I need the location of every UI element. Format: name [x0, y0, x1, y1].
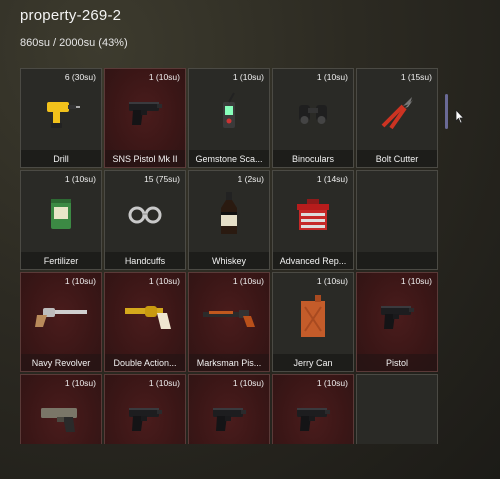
gold-revolver-icon: [105, 287, 185, 345]
inventory-slot[interactable]: 1 (2su) Whiskey: [188, 170, 270, 270]
item-label: Drill: [21, 150, 101, 167]
pistol-icon: [105, 83, 185, 141]
inventory-slot[interactable]: 1 (10su): [272, 374, 354, 444]
item-label: Advanced Rep...: [273, 252, 353, 269]
item-label: Handcuffs: [105, 252, 185, 269]
handcuffs-icon: [105, 185, 185, 243]
scrollbar-thumb[interactable]: [445, 94, 448, 129]
inventory-slot[interactable]: 1 (10su) Marksman Pis...: [188, 272, 270, 372]
item-count: 1 (10su): [316, 378, 348, 388]
inventory-slot-empty[interactable]: [356, 374, 438, 444]
item-count: 6 (30su): [64, 72, 96, 82]
item-label: Marksman Pis...: [189, 354, 269, 371]
mouse-cursor-icon: [455, 109, 465, 124]
item-label: Bolt Cutter: [357, 150, 437, 167]
inventory-grid: 6 (30su) Drill 1 (10su) SNS Pistol Mk II 1 (…: [20, 68, 442, 444]
item-label: Navy Revolver: [21, 354, 101, 371]
item-count: 1 (10su): [148, 276, 180, 286]
item-label: Pistol: [357, 354, 437, 371]
item-count: 1 (10su): [232, 276, 264, 286]
fertilizer-bag-icon: [21, 185, 101, 243]
inventory-slot[interactable]: 1 (10su) Double Action...: [104, 272, 186, 372]
item-count: 1 (2su): [237, 174, 264, 184]
item-count: 1 (15su): [400, 72, 432, 82]
item-count: 1 (10su): [64, 276, 96, 286]
inventory-slot-empty[interactable]: [356, 170, 438, 270]
item-label: Double Action...: [105, 354, 185, 371]
inventory-slot[interactable]: 1 (10su) Navy Revolver: [20, 272, 102, 372]
pistol-icon: [189, 389, 269, 444]
inventory-title: property-269-2: [20, 7, 122, 24]
inventory-slot[interactable]: 1 (10su) Gemstone Sca...: [188, 68, 270, 168]
binoculars-icon: [273, 83, 353, 141]
marksman-pistol-icon: [189, 287, 269, 345]
item-count: 1 (10su): [232, 72, 264, 82]
inventory-slot[interactable]: 1 (10su) Jerry Can: [272, 272, 354, 372]
inventory-slot[interactable]: 1 (10su) SNS Pistol Mk II: [104, 68, 186, 168]
pistol-icon: [273, 389, 353, 444]
inventory-slot[interactable]: 1 (10su): [188, 374, 270, 444]
item-label: Gemstone Sca...: [189, 150, 269, 167]
item-count: 1 (10su): [148, 72, 180, 82]
scanner-icon: [189, 83, 269, 141]
inventory-slot[interactable]: 1 (10su): [20, 374, 102, 444]
toolbox-icon: [273, 185, 353, 243]
item-count: 15 (75su): [144, 174, 180, 184]
inventory-slot[interactable]: 15 (75su) Handcuffs: [104, 170, 186, 270]
item-count: 1 (10su): [64, 174, 96, 184]
inventory-slot[interactable]: 1 (14su) Advanced Rep...: [272, 170, 354, 270]
inventory-slot[interactable]: 1 (10su): [104, 374, 186, 444]
item-label: Jerry Can: [273, 354, 353, 371]
inventory-slot[interactable]: 1 (10su) Fertilizer: [20, 170, 102, 270]
item-count: 1 (10su): [400, 276, 432, 286]
pistol-icon: [105, 389, 185, 444]
item-label: Binoculars: [273, 150, 353, 167]
item-count: 1 (10su): [64, 378, 96, 388]
item-label: SNS Pistol Mk II: [105, 150, 185, 167]
pistol-icon: [357, 287, 437, 345]
inventory-slot[interactable]: 1 (10su) Pistol: [356, 272, 438, 372]
drill-icon: [21, 83, 101, 141]
capacity-readout: 860su / 2000su (43%): [20, 37, 128, 49]
whiskey-bottle-icon: [189, 185, 269, 243]
item-label: [357, 252, 437, 269]
inventory-slot[interactable]: 1 (15su) Bolt Cutter: [356, 68, 438, 168]
revolver-icon: [21, 287, 101, 345]
bolt-cutter-icon: [357, 83, 437, 141]
item-count: 1 (14su): [316, 174, 348, 184]
item-label: Fertilizer: [21, 252, 101, 269]
jerry-can-icon: [273, 287, 353, 345]
inventory-slot[interactable]: 1 (10su) Binoculars: [272, 68, 354, 168]
heavy-pistol-icon: [21, 389, 101, 444]
item-count: 1 (10su): [316, 276, 348, 286]
inventory-slot[interactable]: 6 (30su) Drill: [20, 68, 102, 168]
item-count: 1 (10su): [148, 378, 180, 388]
item-count: 1 (10su): [232, 378, 264, 388]
item-label: Whiskey: [189, 252, 269, 269]
item-count: 1 (10su): [316, 72, 348, 82]
